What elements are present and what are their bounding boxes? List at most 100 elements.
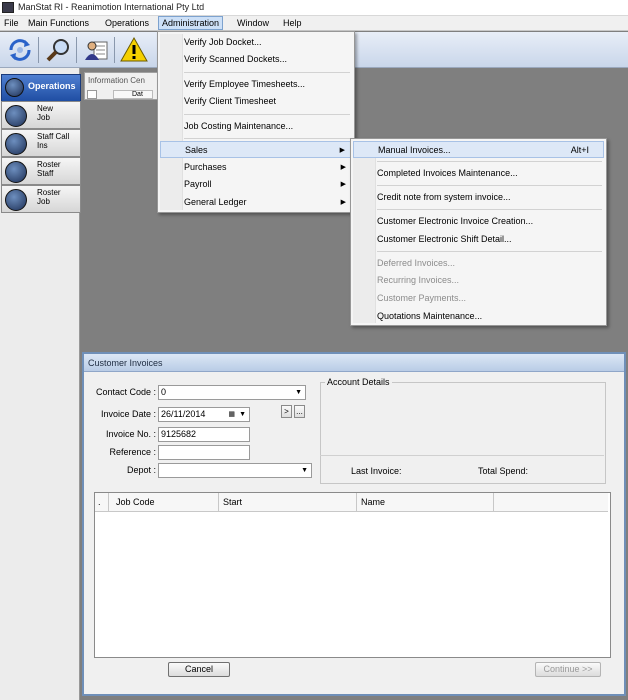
- menu-separator: [377, 185, 602, 186]
- staff-call-ins-label-line2: Ins: [37, 141, 48, 150]
- roster-job-label-line1: Roster: [37, 188, 61, 197]
- window-title: ManStat RI - Reanimotion International P…: [18, 2, 205, 12]
- roster-staff-button[interactable]: Roster Staff: [1, 157, 81, 185]
- column-header-start[interactable]: Start: [219, 493, 357, 512]
- menu-separator: [184, 72, 350, 73]
- calendar-icon[interactable]: ▦: [228, 408, 235, 421]
- chevron-down-icon[interactable]: ▼: [239, 408, 246, 421]
- menu-main-functions[interactable]: Main Functions: [25, 17, 92, 29]
- roster-staff-label-line2: Staff: [37, 169, 54, 178]
- total-spend-label: Total Spend:: [478, 466, 529, 476]
- submenu-arrow-icon: ▶: [339, 147, 345, 154]
- user-details-icon[interactable]: [82, 36, 110, 64]
- menu-file[interactable]: File: [1, 17, 22, 29]
- menu-item-payroll[interactable]: Payroll ▶: [160, 176, 352, 193]
- menu-item-manual-invoices[interactable]: Manual Invoices... Alt+I: [353, 141, 604, 158]
- submenu-arrow-icon: ▶: [340, 199, 346, 206]
- reference-field[interactable]: [158, 445, 250, 460]
- menu-item-purchases-label: Purchases: [184, 162, 227, 172]
- customer-invoices-window: Customer Invoices Contact Code : 0 ▼ Inv…: [82, 352, 626, 696]
- roster-job-icon: [5, 189, 27, 211]
- menu-item-verify-employee-timesheets[interactable]: Verify Employee Timesheets...: [160, 76, 352, 93]
- manual-invoices-shortcut: Alt+I: [570, 145, 589, 155]
- menu-item-payroll-label: Payroll: [184, 179, 212, 189]
- menu-item-verify-scanned-dockets[interactable]: Verify Scanned Dockets...: [160, 51, 352, 68]
- chevron-down-icon[interactable]: ▼: [295, 386, 302, 399]
- menu-item-customer-payments[interactable]: Customer Payments...: [353, 290, 604, 307]
- menu-window[interactable]: Window: [234, 17, 272, 29]
- customer-invoices-title: Customer Invoices: [88, 358, 163, 368]
- menu-item-verify-job-docket[interactable]: Verify Job Docket...: [160, 34, 352, 51]
- column-header-job-code[interactable]: Job Code: [109, 493, 219, 512]
- information-center-title: Information Cen: [88, 76, 145, 85]
- chevron-down-icon[interactable]: ▼: [301, 464, 308, 477]
- roster-staff-label-line1: Roster: [37, 160, 61, 169]
- invoice-date-picker[interactable]: 26/11/2014 ▦ ▼: [158, 407, 250, 422]
- last-invoice-label: Last Invoice:: [351, 466, 402, 476]
- administration-menu: Verify Job Docket... Verify Scanned Dock…: [157, 31, 355, 213]
- operations-header[interactable]: Operations: [1, 74, 81, 102]
- menu-item-job-costing-maintenance[interactable]: Job Costing Maintenance...: [160, 118, 352, 135]
- info-center-row-selector[interactable]: [87, 90, 97, 99]
- menu-item-credit-note[interactable]: Credit note from system invoice...: [353, 189, 604, 206]
- menu-item-recurring-invoices[interactable]: Recurring Invoices...: [353, 272, 604, 289]
- account-details-group: Account Details Last Invoice: Total Spen…: [320, 377, 606, 484]
- menu-item-verify-client-timesheet[interactable]: Verify Client Timesheet: [160, 93, 352, 110]
- column-header-name[interactable]: Name: [357, 493, 494, 512]
- account-details-label: Account Details: [325, 377, 392, 387]
- menu-item-purchases[interactable]: Purchases ▶: [160, 159, 352, 176]
- menu-separator: [377, 209, 602, 210]
- row-indicator-header: .: [95, 493, 109, 512]
- column-header-filler: [494, 493, 608, 512]
- menu-help[interactable]: Help: [280, 17, 305, 29]
- browse-button[interactable]: ...: [294, 405, 305, 418]
- staff-call-ins-button[interactable]: Staff Call Ins: [1, 129, 81, 157]
- menu-item-customer-electronic-shift-detail[interactable]: Customer Electronic Shift Detail...: [353, 231, 604, 248]
- menu-item-customer-electronic-invoice-creation[interactable]: Customer Electronic Invoice Creation...: [353, 213, 604, 230]
- depot-label: Depot :: [126, 465, 156, 475]
- toolbar-separator: [114, 37, 115, 63]
- warning-icon[interactable]: [120, 36, 148, 64]
- operations-header-label: Operations: [28, 81, 76, 91]
- menu-administration[interactable]: Administration: [158, 16, 224, 30]
- invoice-no-label: Invoice No. :: [105, 429, 156, 439]
- contact-code-combobox[interactable]: 0 ▼: [158, 385, 306, 400]
- invoice-date-label: Invoice Date :: [100, 409, 156, 419]
- new-job-icon: [5, 105, 27, 127]
- toolbar-separator: [38, 37, 39, 63]
- menu-item-completed-invoices-maintenance[interactable]: Completed Invoices Maintenance...: [353, 165, 604, 182]
- depot-combobox[interactable]: ▼: [158, 463, 312, 478]
- next-invoice-button[interactable]: >: [281, 405, 292, 418]
- new-job-label-line2: Job: [37, 113, 50, 122]
- invoice-date-value: 26/11/2014: [161, 409, 206, 419]
- staff-call-ins-icon: [5, 133, 27, 155]
- contact-code-label: Contact Code :: [95, 387, 156, 397]
- sales-submenu: Manual Invoices... Alt+I Completed Invoi…: [350, 138, 607, 326]
- roster-job-button[interactable]: Roster Job: [1, 185, 81, 213]
- menu-item-general-ledger[interactable]: General Ledger ▶: [160, 194, 352, 211]
- continue-button[interactable]: Continue >>: [535, 662, 601, 677]
- customer-invoices-titlebar: Customer Invoices: [84, 354, 624, 372]
- menu-item-quotations-maintenance[interactable]: Quotations Maintenance...: [353, 308, 604, 325]
- invoice-no-field[interactable]: 9125682: [158, 427, 250, 442]
- operations-icon: [5, 78, 24, 97]
- menu-item-deferred-invoices[interactable]: Deferred Invoices...: [353, 255, 604, 272]
- title-bar: ManStat RI - Reanimotion International P…: [0, 0, 628, 16]
- left-panel: Operations New Job Staff Call Ins Roster St…: [0, 68, 81, 700]
- menu-item-manual-invoices-label: Manual Invoices...: [378, 145, 451, 155]
- menu-separator: [377, 251, 602, 252]
- invoice-lines-grid[interactable]: . Job Code Start Name: [94, 492, 611, 658]
- information-center-panel: Information Cen Dat: [84, 72, 160, 100]
- roster-staff-icon: [5, 161, 27, 183]
- menu-bar: File Main Functions Operations Administr…: [0, 16, 628, 31]
- submenu-arrow-icon: ▶: [340, 164, 346, 171]
- menu-item-sales[interactable]: Sales ▶: [160, 141, 352, 158]
- divider: [320, 455, 604, 456]
- app-icon: [2, 2, 14, 13]
- search-icon[interactable]: [44, 36, 72, 64]
- menu-operations[interactable]: Operations: [102, 17, 152, 29]
- new-job-button[interactable]: New Job: [1, 101, 81, 129]
- cancel-button[interactable]: Cancel: [168, 662, 230, 677]
- refresh-users-icon[interactable]: [6, 36, 34, 64]
- roster-job-label-line2: Job: [37, 197, 50, 206]
